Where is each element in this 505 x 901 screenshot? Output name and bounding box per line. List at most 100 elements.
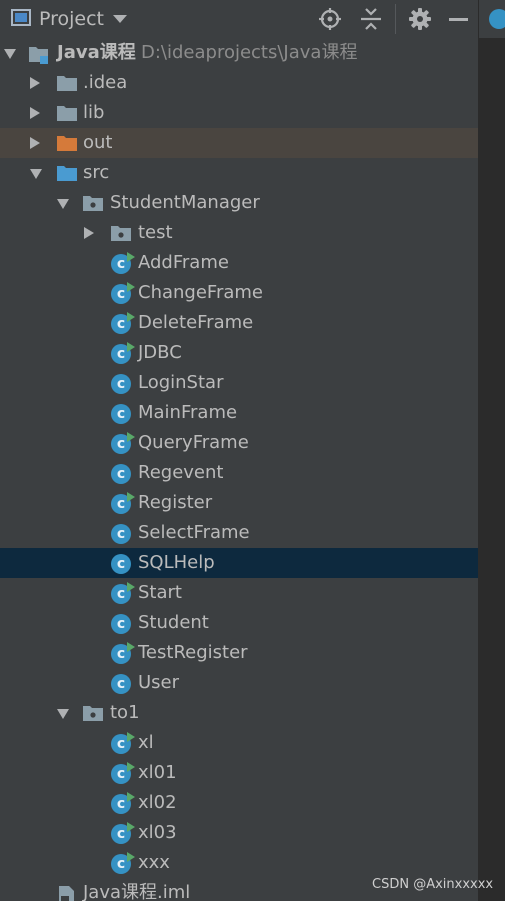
class-icon: c: [111, 674, 131, 694]
folder-label: lib: [83, 102, 105, 123]
class-node[interactable]: c xl: [0, 728, 478, 758]
class-label: Register: [138, 492, 213, 513]
collapse-all-icon[interactable]: [358, 6, 384, 32]
run-badge-icon: [127, 312, 135, 322]
module-file-icon: [57, 885, 77, 901]
run-badge-icon: [127, 282, 135, 292]
class-icon: c: [111, 852, 135, 874]
class-icon: c: [111, 642, 135, 664]
class-icon: c: [111, 524, 131, 544]
folder-icon: [56, 103, 77, 123]
class-icon: c: [111, 732, 135, 754]
class-label: MainFrame: [138, 402, 238, 423]
class-node[interactable]: c AddFrame: [0, 248, 478, 278]
tree-node-root[interactable]: Java课程 D:\ideaprojects\Java课程: [0, 38, 478, 68]
class-icon: c: [111, 282, 135, 304]
package-label: test: [138, 222, 173, 243]
class-icon: c: [111, 492, 135, 514]
expand-arrow-icon[interactable]: [4, 49, 16, 59]
collapsed-arrow-icon[interactable]: [84, 227, 94, 239]
collapsed-arrow-icon[interactable]: [30, 77, 40, 89]
source-folder-icon: [56, 163, 77, 183]
class-node[interactable]: c Register: [0, 488, 478, 518]
class-label: Student: [138, 612, 209, 633]
class-node[interactable]: c QueryFrame: [0, 428, 478, 458]
class-label: TestRegister: [138, 642, 248, 663]
expand-arrow-icon[interactable]: [57, 199, 69, 209]
run-badge-icon: [127, 642, 135, 652]
class-node[interactable]: c Regevent: [0, 458, 478, 488]
expand-arrow-icon[interactable]: [57, 709, 69, 719]
class-label: QueryFrame: [138, 432, 249, 453]
tool-window-title[interactable]: Project: [39, 6, 104, 32]
run-badge-icon: [127, 762, 135, 772]
folder-label: out: [83, 132, 113, 153]
package-icon: [82, 193, 103, 213]
run-badge-icon: [127, 342, 135, 352]
class-node[interactable]: c xxx: [0, 848, 478, 878]
class-label: ChangeFrame: [138, 282, 263, 303]
collapsed-arrow-icon[interactable]: [30, 137, 40, 149]
locate-icon[interactable]: [317, 6, 343, 32]
class-icon: [489, 9, 505, 29]
run-badge-icon: [127, 792, 135, 802]
tree-node-studentmanager[interactable]: StudentManager: [0, 188, 478, 218]
class-node[interactable]: c JDBC: [0, 338, 478, 368]
run-badge-icon: [127, 582, 135, 592]
tree-node-idea[interactable]: .idea: [0, 68, 478, 98]
tree-node-lib[interactable]: lib: [0, 98, 478, 128]
class-node[interactable]: c xl02: [0, 788, 478, 818]
class-node[interactable]: c MainFrame: [0, 398, 478, 428]
class-icon: c: [111, 312, 135, 334]
project-path: D:\ideaprojects\Java课程: [141, 42, 358, 63]
class-node[interactable]: c TestRegister: [0, 638, 478, 668]
package-icon: [82, 703, 103, 723]
tree-node-out[interactable]: out: [0, 128, 478, 158]
class-label: User: [138, 672, 180, 693]
class-icon: c: [111, 432, 135, 454]
watermark: CSDN @Axinxxxxx: [372, 877, 494, 892]
editor-tab[interactable]: [478, 0, 505, 38]
class-node[interactable]: c xl01: [0, 758, 478, 788]
class-node[interactable]: c xl03: [0, 818, 478, 848]
class-node[interactable]: c DeleteFrame: [0, 308, 478, 338]
window-icon[interactable]: [11, 9, 31, 26]
run-badge-icon: [127, 822, 135, 832]
run-badge-icon: [127, 732, 135, 742]
header-separator: [395, 4, 396, 34]
class-node[interactable]: c ChangeFrame: [0, 278, 478, 308]
class-node[interactable]: c Student: [0, 608, 478, 638]
gear-icon[interactable]: [407, 6, 433, 32]
project-tool-window: Project Java课程 D:\ideaprojects\Java课程 .i…: [0, 0, 505, 901]
tree-node-src[interactable]: src: [0, 158, 478, 188]
class-node[interactable]: c LoginStar: [0, 368, 478, 398]
expand-arrow-icon[interactable]: [30, 169, 42, 179]
collapsed-arrow-icon[interactable]: [30, 107, 40, 119]
class-label: Regevent: [138, 462, 224, 483]
class-label: xl: [138, 732, 154, 753]
folder-icon: [56, 73, 77, 93]
tree-node-test[interactable]: test: [0, 218, 478, 248]
project-name: Java课程: [57, 42, 136, 63]
class-icon: c: [111, 554, 131, 574]
package-icon: [110, 223, 131, 243]
run-badge-icon: [127, 252, 135, 262]
module-folder-icon: [28, 43, 48, 64]
minimize-icon[interactable]: [446, 6, 472, 32]
class-label: xxx: [138, 852, 170, 873]
editor-area[interactable]: [478, 0, 505, 901]
class-node[interactable]: c User: [0, 668, 478, 698]
run-badge-icon: [127, 432, 135, 442]
class-icon: c: [111, 342, 135, 364]
class-node[interactable]: c SelectFrame: [0, 518, 478, 548]
class-label: xl01: [138, 762, 177, 783]
class-icon: c: [111, 464, 131, 484]
tree-node-to1[interactable]: to1: [0, 698, 478, 728]
class-node[interactable]: c Start: [0, 578, 478, 608]
class-label: xl03: [138, 822, 177, 843]
dropdown-icon[interactable]: [113, 15, 127, 23]
class-icon: c: [111, 614, 131, 634]
run-badge-icon: [127, 852, 135, 862]
class-label: DeleteFrame: [138, 312, 254, 333]
class-node-selected[interactable]: c SQLHelp: [0, 548, 478, 578]
